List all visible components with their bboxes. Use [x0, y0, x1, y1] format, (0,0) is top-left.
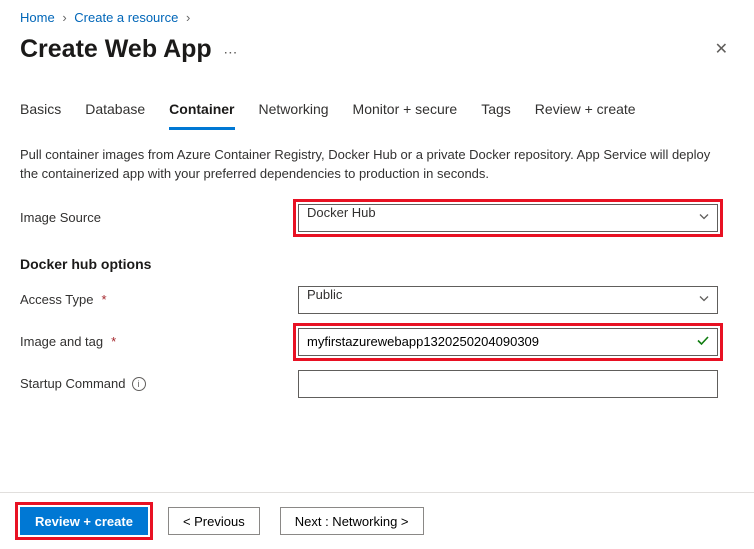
required-asterisk: * — [101, 292, 106, 307]
review-create-button[interactable]: Review + create — [20, 507, 148, 535]
tab-tags[interactable]: Tags — [481, 95, 511, 130]
startup-command-input[interactable] — [298, 370, 718, 398]
required-asterisk: * — [111, 334, 116, 349]
tabs: Basics Database Container Networking Mon… — [20, 95, 734, 130]
tab-container[interactable]: Container — [169, 95, 234, 130]
tab-monitor-secure[interactable]: Monitor + secure — [353, 95, 458, 130]
section-docker-hub-options: Docker hub options — [20, 256, 734, 272]
breadcrumb: Home › Create a resource › — [20, 10, 734, 25]
tab-database[interactable]: Database — [85, 95, 145, 130]
label-image-and-tag: Image and tag — [20, 334, 103, 349]
chevron-right-icon: › — [186, 10, 190, 25]
page-title: Create Web App — [20, 35, 212, 63]
footer-actions: Review + create < Previous Next : Networ… — [0, 492, 754, 549]
label-image-source: Image Source — [20, 210, 298, 225]
tab-basics[interactable]: Basics — [20, 95, 61, 130]
image-source-select[interactable]: Docker Hub — [298, 204, 718, 232]
access-type-select[interactable]: Public — [298, 286, 718, 314]
info-icon[interactable]: i — [132, 377, 146, 391]
breadcrumb-home[interactable]: Home — [20, 10, 55, 25]
chevron-right-icon: › — [62, 10, 66, 25]
tab-networking[interactable]: Networking — [259, 95, 329, 130]
breadcrumb-create-resource[interactable]: Create a resource — [74, 10, 178, 25]
tab-review-create[interactable]: Review + create — [535, 95, 636, 130]
image-and-tag-input[interactable] — [298, 328, 718, 356]
label-access-type: Access Type — [20, 292, 93, 307]
close-icon[interactable]: ✕ — [709, 33, 734, 65]
next-button[interactable]: Next : Networking > — [280, 507, 424, 535]
description-text: Pull container images from Azure Contain… — [20, 146, 720, 184]
more-icon[interactable]: ⋯ — [223, 44, 237, 60]
previous-button[interactable]: < Previous — [168, 507, 260, 535]
label-startup-command: Startup Command — [20, 376, 126, 391]
